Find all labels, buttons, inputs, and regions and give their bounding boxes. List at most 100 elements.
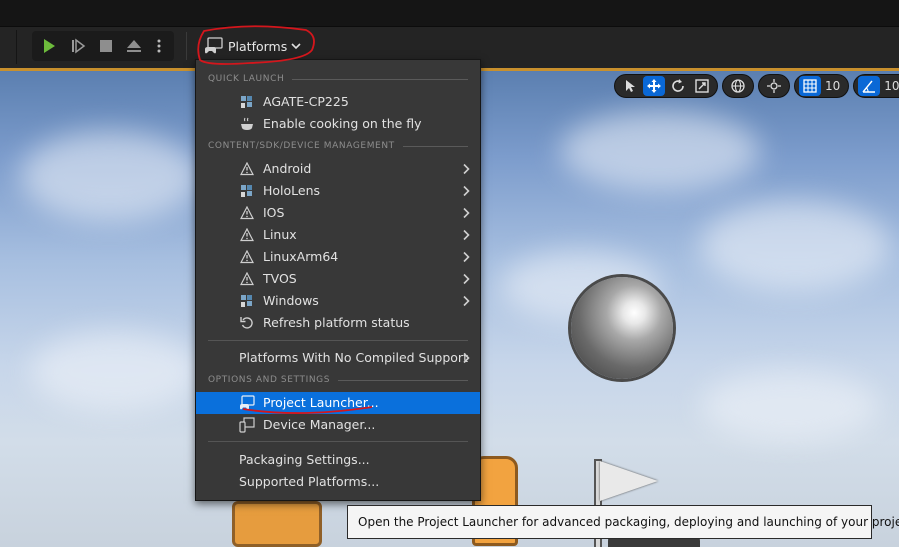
menu-item-label: Windows [263, 293, 319, 308]
rotate-icon [672, 79, 684, 92]
section-options-settings: OPTIONS AND SETTINGS [208, 373, 468, 387]
menu-item-label: TVOS [263, 271, 297, 286]
refresh-icon [239, 315, 255, 331]
warning-icon [239, 205, 255, 221]
section-quick-launch: QUICK LAUNCH [208, 72, 468, 86]
gamepad-monitor-icon [205, 37, 223, 54]
section-title: QUICK LAUNCH [208, 74, 285, 84]
chevron-right-icon [463, 185, 470, 197]
vertical-dots-icon [157, 39, 161, 53]
menu-item-label: Device Manager... [263, 417, 376, 432]
chevron-right-icon [463, 229, 470, 241]
more-options-button[interactable] [148, 31, 170, 61]
menu-item-label: HoloLens [263, 183, 321, 198]
menu-item-label: Refresh platform status [263, 315, 410, 330]
menu-item-ios[interactable]: IOS [196, 202, 480, 224]
eject-button[interactable] [120, 31, 148, 61]
menu-separator [208, 441, 468, 442]
menu-item-no-compiled-support[interactable]: Platforms With No Compiled Support [196, 347, 480, 369]
menu-item-windows[interactable]: Windows [196, 290, 480, 312]
menu-item-agate[interactable]: AGATE-CP225 [196, 91, 480, 113]
menu-item-device-manager[interactable]: Device Manager... [196, 414, 480, 436]
warning-icon [239, 161, 255, 177]
menu-item-label: Supported Platforms... [239, 474, 380, 489]
warning-icon [239, 249, 255, 265]
menu-item-cooking[interactable]: Enable cooking on the fly [196, 113, 480, 135]
menu-item-android[interactable]: Android [196, 158, 480, 180]
select-mode-button[interactable] [619, 76, 641, 96]
menu-item-packaging-settings[interactable]: Packaging Settings... [196, 449, 480, 471]
coordinate-space-pill [722, 74, 754, 98]
menu-item-linux[interactable]: Linux [196, 224, 480, 246]
move-arrows-icon [647, 79, 661, 93]
chevron-right-icon [463, 295, 470, 307]
device-manager-icon [239, 417, 255, 433]
project-launcher-tooltip: Open the Project Launcher for advanced p… [347, 505, 899, 539]
sky-cloud [30, 331, 200, 411]
chevron-right-icon [463, 273, 470, 285]
rotate-mode-button[interactable] [667, 76, 689, 96]
toolbar-separator [16, 30, 17, 64]
grid-icon [803, 79, 817, 93]
menu-item-supported-platforms[interactable]: Supported Platforms... [196, 471, 480, 493]
project-launcher-icon [239, 395, 255, 411]
stop-icon [100, 40, 112, 52]
surface-snap-button[interactable] [763, 76, 785, 96]
chevron-right-icon [463, 352, 470, 364]
grid-snap-value[interactable]: 10 [823, 79, 844, 93]
section-rule [338, 379, 468, 381]
menu-item-label: Packaging Settings... [239, 452, 370, 467]
flag-actor[interactable] [600, 461, 658, 501]
advance-frame-icon [72, 38, 86, 54]
chevron-right-icon [463, 163, 470, 175]
chevron-right-icon [463, 207, 470, 219]
toolbar-divider [186, 32, 187, 60]
translate-mode-button[interactable] [643, 76, 665, 96]
menu-item-tvos[interactable]: TVOS [196, 268, 480, 290]
stop-button[interactable] [92, 31, 120, 61]
warning-icon [239, 271, 255, 287]
menu-item-project-launcher[interactable]: Project Launcher... [196, 392, 480, 414]
section-title: CONTENT/SDK/DEVICE MANAGEMENT [208, 141, 395, 151]
section-title: OPTIONS AND SETTINGS [208, 375, 331, 385]
menu-item-hololens[interactable]: HoloLens [196, 180, 480, 202]
sky-cloud [700, 201, 890, 291]
menu-item-label: LinuxArm64 [263, 249, 339, 264]
menu-item-label: AGATE-CP225 [263, 94, 349, 109]
platforms-label: Platforms [228, 38, 288, 54]
platforms-button[interactable]: Platforms [198, 32, 309, 60]
play-button[interactable] [35, 31, 63, 61]
chair-actor[interactable] [232, 501, 322, 547]
sky-cloud [700, 371, 880, 441]
section-rule [292, 78, 468, 80]
section-rule [402, 145, 468, 147]
angle-snap-toggle[interactable] [858, 76, 881, 96]
scale-mode-button[interactable] [691, 76, 713, 96]
chevron-down-icon [291, 43, 301, 50]
title-bar [0, 0, 899, 26]
surface-snap-icon [767, 79, 781, 93]
warning-icon [239, 227, 255, 243]
menu-item-refresh[interactable]: Refresh platform status [196, 312, 480, 334]
transform-mode-group [614, 74, 718, 98]
angle-snap-value[interactable]: 10° [882, 79, 899, 93]
sphere-actor[interactable] [571, 277, 673, 379]
section-sdk-management: CONTENT/SDK/DEVICE MANAGEMENT [208, 139, 468, 153]
globe-icon [731, 79, 745, 93]
world-space-button[interactable] [727, 76, 749, 96]
device-windows-icon [239, 293, 255, 309]
menu-separator [208, 340, 468, 341]
menu-item-label: IOS [263, 205, 285, 220]
advance-frame-button[interactable] [64, 31, 92, 61]
menu-item-label: Platforms With No Compiled Support [239, 350, 468, 365]
scale-icon [695, 79, 709, 93]
menu-item-label: Project Launcher... [263, 395, 379, 410]
grid-snap-toggle[interactable] [799, 76, 821, 96]
menu-item-label: Enable cooking on the fly [263, 116, 422, 131]
angle-snap-pill: 10° [853, 74, 899, 98]
menu-item-linuxarm64[interactable]: LinuxArm64 [196, 246, 480, 268]
sky-cloud [560, 111, 760, 191]
menu-item-label: Android [263, 161, 312, 176]
eject-icon [127, 40, 141, 52]
platforms-dropdown-menu: QUICK LAUNCH AGATE-CP225 Enable cooking … [195, 59, 481, 501]
